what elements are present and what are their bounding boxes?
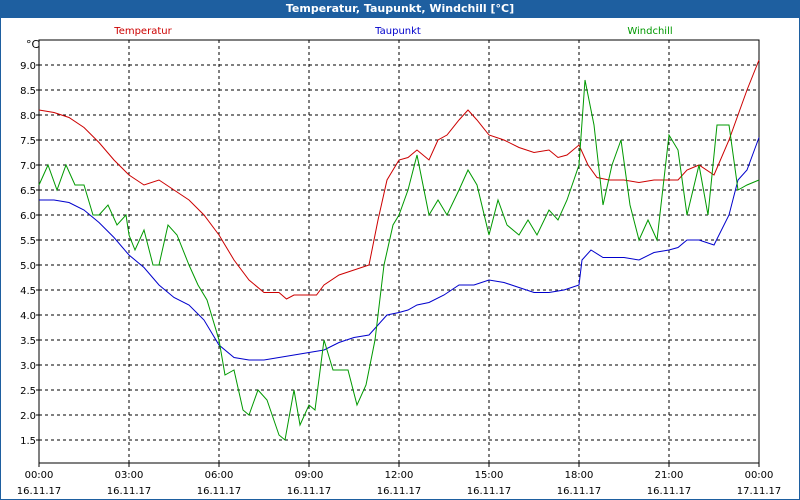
series-line-taupunkt (39, 137, 760, 361)
y-tick-label: 1.5 (20, 436, 36, 447)
x-tick-time-label: 21:00 (655, 470, 684, 481)
x-tick-time-label: 15:00 (475, 470, 504, 481)
y-tick-label: 4.5 (20, 286, 36, 297)
legend-label-temperatur: Temperatur (113, 26, 172, 37)
y-tick-label: 7.5 (20, 136, 36, 147)
x-tick-date-label: 16.11.17 (647, 486, 692, 497)
grid-lines (39, 40, 759, 463)
y-tick-label: 8.0 (20, 111, 36, 122)
x-tick-date-label: 16.11.17 (107, 486, 152, 497)
y-tick-label: 2.0 (20, 411, 36, 422)
y-tick-label: 4.0 (20, 311, 36, 322)
x-tick-date-label: 16.11.17 (17, 486, 62, 497)
chart-canvas: °C 1.5 2.0 2.5 3.0 3.5 4.0 4.5 5.0 5.5 6.0 6.5 7.0 7… (17, 26, 782, 497)
x-tick-date-label: 16.11.17 (377, 486, 422, 497)
x-tick-time-label: 03:00 (115, 470, 144, 481)
legend: Temperatur Taupunkt Windchill (113, 26, 672, 37)
x-tick-time-label: 09:00 (295, 470, 324, 481)
x-tick-time-label: 12:00 (385, 470, 414, 481)
x-tick-date-label: 16.11.17 (557, 486, 602, 497)
y-tick-label: 5.5 (20, 236, 36, 247)
y-tick-label: 3.0 (20, 361, 36, 372)
y-tick-label: 8.5 (20, 86, 36, 97)
x-tick-time-label: 00:00 (745, 470, 774, 481)
y-tick-label: 5.0 (20, 261, 36, 272)
y-axis-unit-label: °C (26, 38, 40, 51)
y-tick-label: 3.5 (20, 336, 36, 347)
y-tick-labels: 1.5 2.0 2.5 3.0 3.5 4.0 4.5 5.0 5.5 6.0 6.5 7.0 7.5 8… (20, 61, 39, 447)
x-tick-date-label: 16.11.17 (467, 486, 512, 497)
x-tick-labels: 00:00 16.11.17 03:00 16.11.17 06:00 16.11.17 0… (17, 463, 782, 497)
legend-label-taupunkt: Taupunkt (374, 26, 421, 37)
y-tick-label: 6.5 (20, 186, 36, 197)
x-tick-date-label: 16.11.17 (197, 486, 242, 497)
series-line-windchill (38, 79, 760, 441)
x-tick-date-label: 17.11.17 (737, 486, 782, 497)
x-tick-time-label: 06:00 (205, 470, 234, 481)
x-tick-date-label: 16.11.17 (287, 486, 332, 497)
y-tick-label: 6.0 (20, 211, 36, 222)
y-tick-label: 2.5 (20, 386, 36, 397)
legend-label-windchill: Windchill (627, 26, 672, 37)
y-tick-label: 7.0 (20, 161, 36, 172)
x-tick-time-label: 18:00 (565, 470, 594, 481)
x-tick-time-label: 00:00 (25, 470, 54, 481)
y-tick-label: 9.0 (20, 61, 36, 72)
